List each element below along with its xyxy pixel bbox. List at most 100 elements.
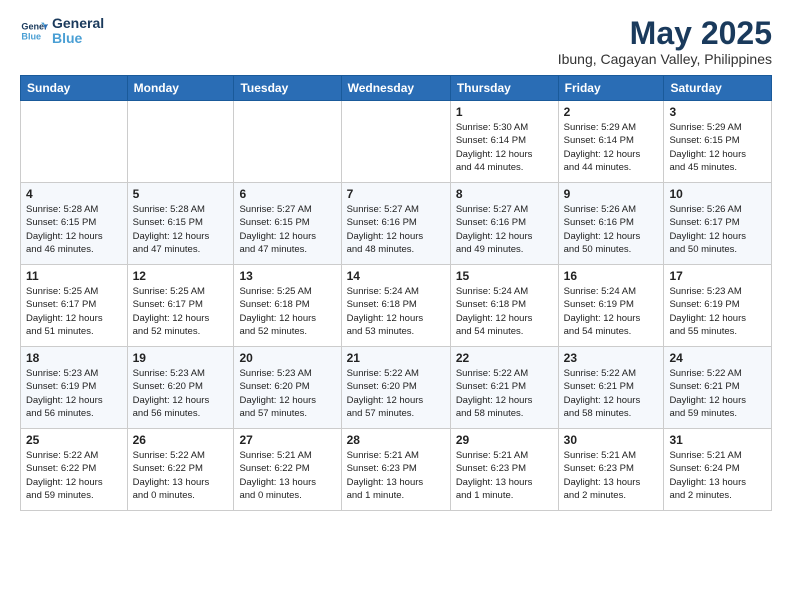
day-info: Sunset: 6:20 PM <box>239 380 335 393</box>
day-number: 18 <box>26 351 122 365</box>
day-info: Sunrise: 5:21 AM <box>347 449 445 462</box>
day-info: Daylight: 12 hours <box>239 312 335 325</box>
calendar-cell: 2Sunrise: 5:29 AMSunset: 6:14 PMDaylight… <box>558 101 664 183</box>
calendar-cell: 18Sunrise: 5:23 AMSunset: 6:19 PMDayligh… <box>21 347 128 429</box>
calendar-cell: 19Sunrise: 5:23 AMSunset: 6:20 PMDayligh… <box>127 347 234 429</box>
logo: General Blue General Blue <box>20 16 104 47</box>
calendar-cell <box>21 101 128 183</box>
day-number: 16 <box>564 269 659 283</box>
calendar-cell: 10Sunrise: 5:26 AMSunset: 6:17 PMDayligh… <box>664 183 772 265</box>
day-info: Daylight: 12 hours <box>456 394 553 407</box>
day-info: Sunrise: 5:21 AM <box>239 449 335 462</box>
day-info: Daylight: 12 hours <box>456 312 553 325</box>
day-info: Sunrise: 5:21 AM <box>669 449 766 462</box>
day-info: Sunset: 6:15 PM <box>239 216 335 229</box>
day-number: 5 <box>133 187 229 201</box>
day-info: Sunset: 6:14 PM <box>456 134 553 147</box>
day-info: Sunrise: 5:22 AM <box>347 367 445 380</box>
day-info: Daylight: 12 hours <box>456 230 553 243</box>
day-info: Sunrise: 5:25 AM <box>26 285 122 298</box>
day-info: and 55 minutes. <box>669 325 766 338</box>
day-number: 23 <box>564 351 659 365</box>
day-info: Sunrise: 5:22 AM <box>669 367 766 380</box>
calendar-cell: 7Sunrise: 5:27 AMSunset: 6:16 PMDaylight… <box>341 183 450 265</box>
day-number: 2 <box>564 105 659 119</box>
day-info: and 1 minute. <box>347 489 445 502</box>
calendar-week-row: 25Sunrise: 5:22 AMSunset: 6:22 PMDayligh… <box>21 429 772 511</box>
day-number: 25 <box>26 433 122 447</box>
calendar-day-header: Wednesday <box>341 76 450 101</box>
day-info: Sunset: 6:22 PM <box>133 462 229 475</box>
day-info: Daylight: 13 hours <box>133 476 229 489</box>
calendar-week-row: 11Sunrise: 5:25 AMSunset: 6:17 PMDayligh… <box>21 265 772 347</box>
day-number: 19 <box>133 351 229 365</box>
day-info: Sunrise: 5:21 AM <box>456 449 553 462</box>
day-info: Daylight: 12 hours <box>26 312 122 325</box>
day-info: Sunset: 6:22 PM <box>26 462 122 475</box>
day-info: Sunset: 6:21 PM <box>669 380 766 393</box>
page-header: General Blue General Blue May 2025 Ibung… <box>20 16 772 67</box>
day-info: Daylight: 12 hours <box>133 230 229 243</box>
calendar-cell <box>127 101 234 183</box>
day-info: and 2 minutes. <box>564 489 659 502</box>
calendar-cell: 12Sunrise: 5:25 AMSunset: 6:17 PMDayligh… <box>127 265 234 347</box>
day-info: Sunset: 6:21 PM <box>564 380 659 393</box>
day-info: Sunrise: 5:22 AM <box>26 449 122 462</box>
calendar-cell: 22Sunrise: 5:22 AMSunset: 6:21 PMDayligh… <box>450 347 558 429</box>
calendar-cell: 30Sunrise: 5:21 AMSunset: 6:23 PMDayligh… <box>558 429 664 511</box>
calendar-cell: 26Sunrise: 5:22 AMSunset: 6:22 PMDayligh… <box>127 429 234 511</box>
day-number: 17 <box>669 269 766 283</box>
day-info: Daylight: 12 hours <box>26 476 122 489</box>
day-info: Daylight: 13 hours <box>564 476 659 489</box>
day-info: Sunset: 6:23 PM <box>564 462 659 475</box>
day-info: Daylight: 12 hours <box>26 230 122 243</box>
day-number: 10 <box>669 187 766 201</box>
day-info: Sunset: 6:18 PM <box>347 298 445 311</box>
day-info: and 2 minutes. <box>669 489 766 502</box>
day-info: and 50 minutes. <box>669 243 766 256</box>
calendar-cell: 25 Sunrise: 5:22 AMSunset: 6:22 PMDayligh… <box>21 429 128 511</box>
day-info: Sunset: 6:19 PM <box>669 298 766 311</box>
day-info: Sunrise: 5:24 AM <box>456 285 553 298</box>
day-number: 6 <box>239 187 335 201</box>
day-info: Sunset: 6:23 PM <box>347 462 445 475</box>
day-number: 15 <box>456 269 553 283</box>
calendar-cell: 15 Sunrise: 5:24 AMSunset: 6:18 PMDayligh… <box>450 265 558 347</box>
calendar-cell: 27Sunrise: 5:21 AMSunset: 6:22 PMDayligh… <box>234 429 341 511</box>
logo-text: General Blue <box>52 16 104 47</box>
title-area: May 2025 Ibung, Cagayan Valley, Philippi… <box>558 16 772 67</box>
day-info: Sunset: 6:17 PM <box>133 298 229 311</box>
day-info: Sunrise: 5:25 AM <box>239 285 335 298</box>
day-number: 13 <box>239 269 335 283</box>
day-number: 8 <box>456 187 553 201</box>
svg-text:Blue: Blue <box>21 32 41 42</box>
calendar-week-row: 4Sunrise: 5:28 AMSunset: 6:15 PMDaylight… <box>21 183 772 265</box>
day-info: Sunset: 6:20 PM <box>133 380 229 393</box>
calendar-cell: 14Sunrise: 5:24 AMSunset: 6:18 PMDayligh… <box>341 265 450 347</box>
day-number: 1 <box>456 105 553 119</box>
day-info: and 44 minutes. <box>564 161 659 174</box>
calendar-cell: 8Sunrise: 5:27 AMSunset: 6:16 PMDaylight… <box>450 183 558 265</box>
calendar-cell: 31Sunrise: 5:21 AMSunset: 6:24 PMDayligh… <box>664 429 772 511</box>
day-info: Sunrise: 5:23 AM <box>26 367 122 380</box>
day-number: 12 <box>133 269 229 283</box>
day-info: Sunset: 6:15 PM <box>26 216 122 229</box>
day-info: and 48 minutes. <box>347 243 445 256</box>
day-info: Sunset: 6:18 PM <box>456 298 553 311</box>
day-info: Sunrise: 5:28 AM <box>26 203 122 216</box>
day-info: and 49 minutes. <box>456 243 553 256</box>
day-number: 20 <box>239 351 335 365</box>
day-info: Sunset: 6:19 PM <box>26 380 122 393</box>
day-info: Sunrise: 5:26 AM <box>669 203 766 216</box>
day-info: Daylight: 12 hours <box>564 394 659 407</box>
day-info: Daylight: 12 hours <box>669 394 766 407</box>
day-number: 31 <box>669 433 766 447</box>
day-info: Sunrise: 5:25 AM <box>133 285 229 298</box>
calendar-day-header: Friday <box>558 76 664 101</box>
calendar-cell: 20Sunrise: 5:23 AMSunset: 6:20 PMDayligh… <box>234 347 341 429</box>
day-info: Daylight: 12 hours <box>564 312 659 325</box>
day-info: and 54 minutes. <box>564 325 659 338</box>
day-number: 30 <box>564 433 659 447</box>
day-info: Daylight: 12 hours <box>669 312 766 325</box>
calendar-cell: 13Sunrise: 5:25 AMSunset: 6:18 PMDayligh… <box>234 265 341 347</box>
